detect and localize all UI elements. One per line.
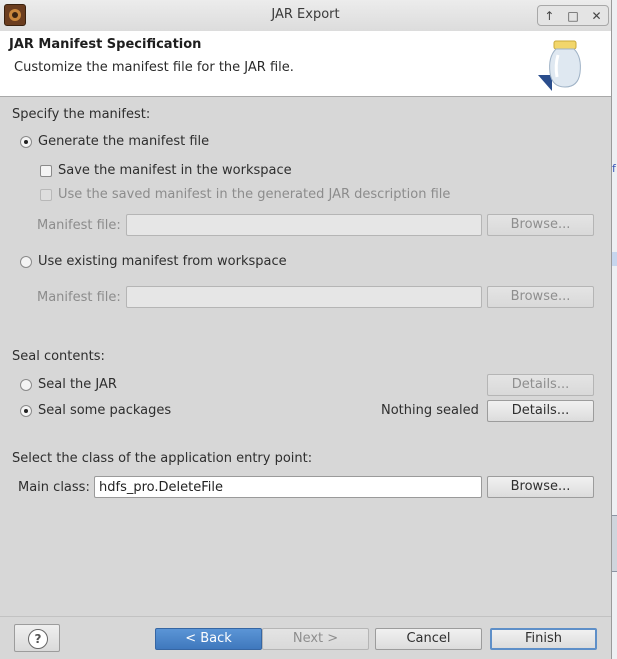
seal-packages-label[interactable]: Seal some packages — [38, 403, 171, 418]
save-manifest-label[interactable]: Save the manifest in the workspace — [58, 163, 292, 178]
main-class-label: Main class: — [18, 480, 90, 495]
existing-manifest-label[interactable]: Use existing manifest from workspace — [38, 254, 287, 269]
manifest-section-label: Specify the manifest: — [12, 107, 151, 122]
main-class-browse-button[interactable]: Browse... — [487, 476, 594, 498]
page-title: JAR Manifest Specification — [9, 37, 202, 52]
generate-manifest-label[interactable]: Generate the manifest file — [38, 134, 209, 149]
window-title: JAR Export — [271, 7, 340, 22]
cancel-button[interactable]: Cancel — [375, 628, 482, 650]
seal-jar-radio[interactable] — [20, 379, 32, 391]
seal-jar-label[interactable]: Seal the JAR — [38, 377, 117, 392]
background-highlight — [612, 252, 617, 266]
use-saved-manifest-checkbox — [40, 189, 52, 201]
finish-button[interactable]: Finish — [490, 628, 597, 650]
help-button[interactable]: ? — [14, 624, 60, 652]
maximize-up-icon[interactable]: ↑ — [544, 9, 554, 23]
back-button[interactable]: < Back — [155, 628, 262, 650]
header-banner: JAR Manifest Specification Customize the… — [0, 31, 611, 97]
seal-section-label: Seal contents: — [12, 349, 105, 364]
seal-packages-radio[interactable] — [20, 405, 32, 417]
seal-status-text: Nothing sealed — [381, 403, 479, 418]
seal-jar-details-button: Details... — [487, 374, 594, 396]
existing-manifest-radio[interactable] — [20, 256, 32, 268]
help-icon: ? — [28, 629, 48, 649]
manifest-file-field — [126, 214, 482, 236]
background-panel — [612, 515, 617, 572]
save-manifest-checkbox[interactable] — [40, 165, 52, 177]
seal-packages-details-button[interactable]: Details... — [487, 400, 594, 422]
window-controls: ↑ □ ✕ — [537, 5, 609, 26]
jar-icon — [538, 40, 581, 91]
page-description: Customize the manifest file for the JAR … — [14, 60, 294, 75]
entry-point-section-label: Select the class of the application entr… — [12, 451, 313, 466]
title-bar[interactable]: JAR Export ↑ □ ✕ — [0, 0, 611, 32]
use-saved-manifest-label: Use the saved manifest in the generated … — [58, 187, 451, 202]
existing-manifest-file-label: Manifest file: — [37, 290, 121, 305]
manifest-file-label: Manifest file: — [37, 218, 121, 233]
generate-manifest-radio[interactable] — [20, 136, 32, 148]
existing-manifest-file-field — [126, 286, 482, 308]
manifest-browse-button: Browse... — [487, 214, 594, 236]
next-button: Next > — [262, 628, 369, 650]
background-text-fragment: f — [612, 162, 616, 175]
restore-icon[interactable]: □ — [567, 9, 578, 23]
main-class-input[interactable]: hdfs_pro.DeleteFile — [94, 476, 482, 498]
footer-separator — [0, 616, 611, 617]
existing-manifest-browse-button: Browse... — [487, 286, 594, 308]
close-icon[interactable]: ✕ — [592, 9, 602, 23]
jar-export-dialog: JAR Export ↑ □ ✕ JAR Manifest Specificat… — [0, 0, 612, 659]
